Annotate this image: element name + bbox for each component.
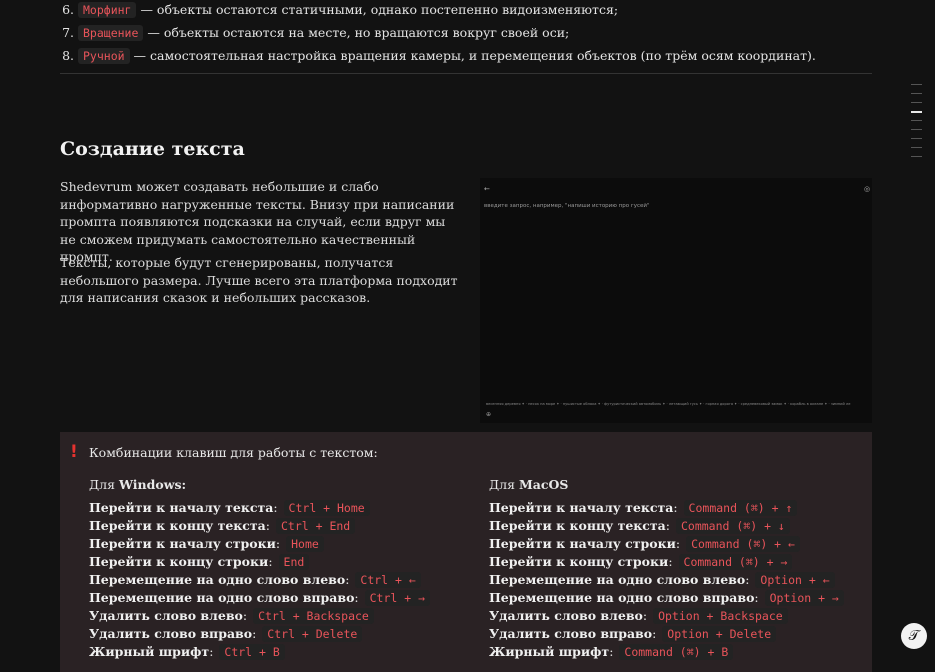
toc-mark[interactable]	[911, 120, 922, 121]
shortcut-row: Перемещение на одно слово вправо: Ctrl + …	[89, 590, 431, 606]
windows-heading: Для Windows:	[89, 477, 187, 492]
shortcut-row: Перейти к началу строки: Command (⌘) + ←	[489, 536, 800, 552]
section-title: Создание текста	[60, 138, 245, 160]
key-combo: Option + Backspace	[653, 608, 788, 624]
inline-code: Морфинг	[78, 2, 137, 18]
shortcut-row: Перейти к концу строки: Command (⌘) + →	[489, 554, 793, 570]
embedded-screenshot: ← ◎ введите запрос, например, "напиши ис…	[480, 178, 872, 423]
shortcut-row: Перемещение на одно слово влево: Option +…	[489, 572, 835, 588]
inline-code: Ручной	[78, 48, 130, 64]
inline-code: Вращение	[78, 25, 144, 41]
toc-mark[interactable]	[911, 102, 922, 103]
list-number: 6.	[62, 2, 74, 17]
shortcut-row: Жирный шрифт: Command (⌘) + B	[489, 644, 734, 660]
toc-mark[interactable]	[911, 147, 922, 148]
shortcut-row: Жирный шрифт: Ctrl + B	[89, 644, 285, 660]
paragraph: Тексты, которые будут сгенерированы, пол…	[60, 255, 458, 306]
toc-mark-active[interactable]	[911, 111, 922, 113]
key-combo: Home	[286, 536, 324, 552]
toc-mark[interactable]	[911, 93, 922, 94]
shortcut-row: Удалить слово влево: Option + Backspace	[489, 608, 788, 624]
toc-mark[interactable]	[911, 84, 922, 85]
key-combo: Ctrl + Backspace	[253, 608, 374, 624]
key-combo: Option + ←	[755, 572, 835, 588]
key-combo: Command (⌘) + ↓	[675, 518, 790, 534]
shortcut-row: Перейти к концу строки: End	[89, 554, 310, 570]
macos-heading: Для MacOS	[489, 477, 569, 492]
list-number: 7.	[62, 25, 74, 40]
paragraph: Shedevrum может создавать небольшие и сл…	[60, 179, 455, 265]
key-combo: Ctrl + Delete	[262, 626, 363, 642]
shortcut-row: Перемещение на одно слово вправо: Option …	[489, 590, 844, 606]
divider	[60, 73, 872, 74]
key-combo: Option + →	[764, 590, 844, 606]
list-text: — объекты остаются статичными, однако по…	[140, 2, 619, 17]
toc-mark[interactable]	[911, 129, 922, 130]
key-combo: Ctrl + End	[275, 518, 356, 534]
toc-mark[interactable]	[911, 138, 922, 139]
list-number: 8.	[62, 48, 74, 63]
key-combo: Ctrl + →	[364, 590, 431, 606]
shortcut-row: Удалить слово вправо: Ctrl + Delete	[89, 626, 363, 642]
add-icon: ⊕	[486, 411, 492, 418]
key-combo: Command (⌘) + ←	[686, 536, 800, 552]
shortcut-row: Удалить слово вправо: Option + Delete	[489, 626, 777, 642]
text-tool-button[interactable]: 𝒯	[901, 623, 927, 649]
settings-icon: ◎	[864, 185, 871, 193]
key-combo: End	[278, 554, 310, 570]
shortcut-row: Перейти к началу строки: Home	[89, 536, 324, 552]
key-combo: Ctrl + ←	[355, 572, 421, 588]
shortcut-row: Перейти к началу текста: Command (⌘) + ↑	[489, 500, 798, 516]
toc-mark[interactable]	[911, 156, 922, 157]
exclamation-icon: !	[70, 442, 78, 462]
shortcut-row: Удалить слово влево: Ctrl + Backspace	[89, 608, 374, 624]
callout-intro: Комбинации клавиш для работы с текстом:	[89, 445, 378, 460]
key-combo: Command (⌘) + →	[678, 554, 793, 570]
list-text: — самостоятельная настройка вращения кам…	[133, 48, 816, 63]
suggestion-chips: весенняя деревня ✦ · песок на море ✦ · п…	[486, 402, 851, 406]
list-text: — объекты остаются на месте, но вращаютс…	[147, 25, 570, 40]
back-arrow-icon: ←	[484, 185, 490, 193]
key-combo: Option + Delete	[662, 626, 777, 642]
shortcuts-callout: ! Комбинации клавиш для работы с текстом…	[60, 432, 872, 672]
shortcut-row: Перейти к началу текста: Ctrl + Home	[89, 500, 370, 516]
key-combo: Command (⌘) + ↑	[683, 500, 798, 516]
shortcut-row: Перемещение на одно слово влево: Ctrl + ←	[89, 572, 421, 588]
key-combo: Ctrl + Home	[283, 500, 370, 516]
shortcut-row: Перейти к концу текста: Command (⌘) + ↓	[489, 518, 790, 534]
prompt-placeholder: введите запрос, например, "напиши истори…	[484, 203, 650, 209]
shortcut-row: Перейти к концу текста: Ctrl + End	[89, 518, 356, 534]
